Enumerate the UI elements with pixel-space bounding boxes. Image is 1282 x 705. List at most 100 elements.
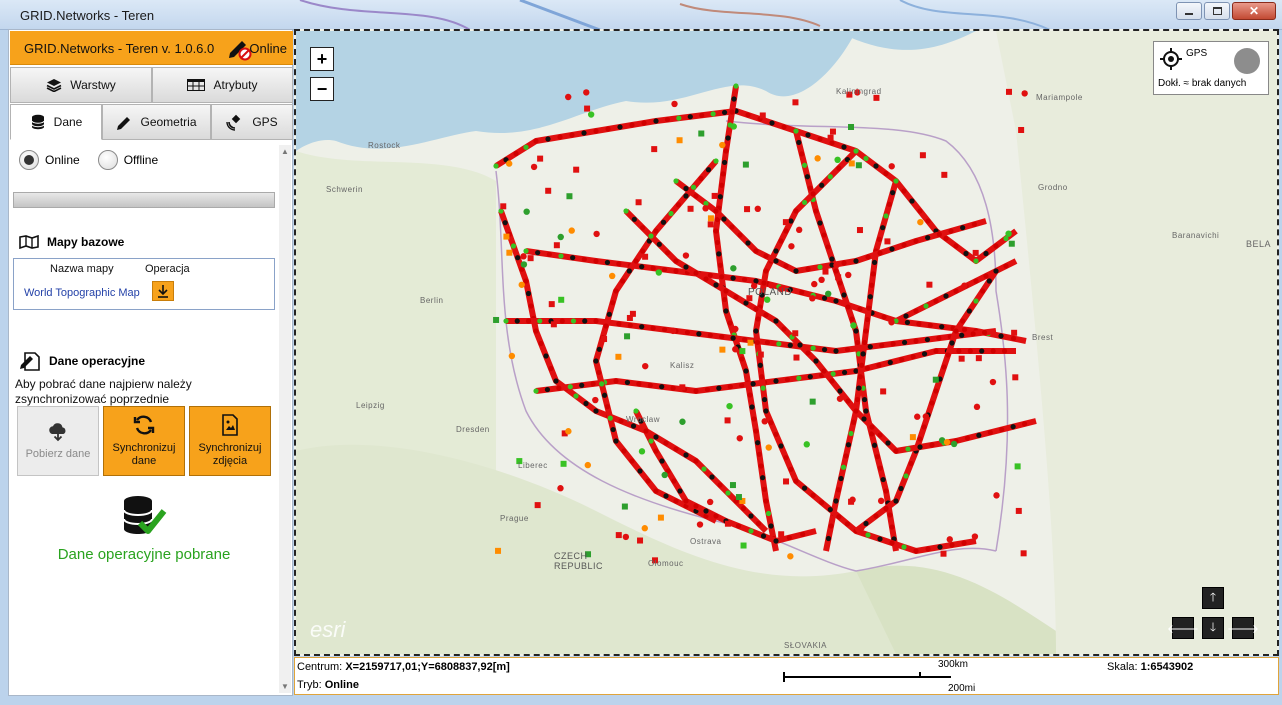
sync-photos-button[interactable]: Synchronizuj zdjęcia [189, 406, 271, 476]
network-point [675, 202, 682, 208]
scroll-up-icon[interactable]: ▲ [281, 147, 289, 156]
network-marker [795, 226, 803, 234]
network-point [781, 124, 787, 130]
sync-data-button[interactable]: Synchronizuj dane [103, 406, 185, 476]
network-point [639, 324, 645, 330]
network-point [916, 321, 922, 327]
pan-down-button[interactable]: 🡓 [1202, 617, 1224, 639]
download-data-button[interactable]: Pobierz dane [17, 406, 99, 476]
offline-radio[interactable]: Offline [97, 150, 158, 170]
network-point [705, 167, 712, 173]
network-point [937, 544, 943, 550]
network-point [753, 248, 759, 254]
network-point [881, 314, 887, 320]
close-icon: ✕ [1248, 4, 1260, 18]
scroll-down-icon[interactable]: ▼ [281, 682, 289, 691]
network-point [761, 486, 767, 492]
network-point [788, 466, 794, 472]
network-point [535, 250, 541, 256]
network-point [843, 453, 849, 459]
network-point [949, 340, 955, 346]
maximize-button[interactable] [1204, 2, 1230, 20]
network-marker [946, 536, 953, 543]
network-marker [1015, 507, 1022, 514]
network-point [781, 326, 787, 332]
network-marker [626, 314, 633, 321]
network-point [901, 544, 907, 550]
network-point [887, 359, 893, 366]
network-point [833, 298, 839, 304]
network-point [939, 324, 945, 330]
online-radio[interactable]: Online [19, 150, 80, 170]
network-point [863, 328, 869, 334]
network-point [716, 385, 722, 391]
minimize-button[interactable] [1176, 2, 1202, 20]
network-point [924, 336, 931, 343]
network-point [910, 354, 916, 360]
tab-geometria[interactable]: Geometria [102, 104, 211, 140]
network-point [545, 136, 551, 142]
network-point [653, 448, 659, 454]
network-marker [661, 471, 668, 479]
network-point [582, 318, 588, 324]
zoom-out-button[interactable]: − [310, 77, 334, 101]
zoom-in-button[interactable]: + [310, 47, 334, 71]
network-line [498, 209, 769, 534]
mode-label: Tryb: [297, 679, 322, 691]
map-label-poland: POLAND [748, 287, 793, 298]
network-point [880, 476, 886, 483]
attributes-button[interactable]: Atrybuty [152, 67, 293, 103]
network-marker [702, 205, 709, 212]
network-marker [1005, 88, 1012, 95]
map-view[interactable]: Kaliningrad POLAND Berlin Dresden Prague… [294, 29, 1279, 656]
pan-left-button[interactable]: 🡐 [1167, 617, 1199, 639]
network-marker [707, 221, 714, 228]
map-label-rostock: Rostock [368, 141, 401, 150]
network-point [737, 232, 743, 238]
network-marker [757, 351, 764, 358]
network-point [510, 243, 517, 249]
network-point [528, 303, 534, 309]
network-point [601, 392, 608, 398]
network-point [763, 268, 769, 274]
close-button[interactable]: ✕ [1232, 2, 1276, 20]
online-radio-label: Online [45, 153, 80, 167]
network-point [739, 382, 745, 388]
network-point [936, 231, 942, 237]
network-point [570, 318, 577, 324]
network-point [793, 268, 799, 274]
pan-right-button[interactable]: 🡒 [1227, 617, 1259, 639]
network-marker [707, 215, 714, 222]
tab-gps[interactable]: GPS [211, 104, 293, 140]
pan-up-button[interactable]: 🡑 [1202, 587, 1224, 609]
tab-dane[interactable]: Dane [10, 104, 102, 140]
column-header-name: Nazwa mapy [50, 263, 114, 275]
network-point [698, 175, 704, 182]
edit-document-icon [20, 352, 40, 371]
network-point [973, 258, 979, 264]
toolbar: Warstwy Atrybuty [10, 67, 293, 103]
network-point [773, 258, 779, 264]
gps-label: GPS [1186, 48, 1208, 59]
network-point [760, 385, 766, 391]
network-marker [848, 160, 855, 167]
network-point [838, 475, 844, 482]
network-marker [848, 498, 855, 505]
network-point [558, 253, 564, 259]
network-point [629, 122, 635, 128]
network-point [616, 321, 622, 327]
side-panel: GRID.Networks - Teren v. 1.0.6.0 Online … [8, 29, 293, 696]
network-point [883, 213, 889, 219]
network-marker [534, 502, 541, 509]
connection-mode: Online Offline [19, 150, 158, 170]
panel-scrollbar[interactable]: ▲ ▼ [279, 145, 291, 693]
network-point [593, 258, 599, 264]
network-point [929, 442, 935, 448]
network-point [807, 374, 813, 380]
network-point [787, 342, 793, 348]
download-map-button[interactable] [152, 281, 174, 301]
network-marker [811, 280, 818, 288]
network-point [953, 288, 959, 294]
layers-button[interactable]: Warstwy [10, 67, 152, 103]
network-marker [724, 520, 731, 527]
